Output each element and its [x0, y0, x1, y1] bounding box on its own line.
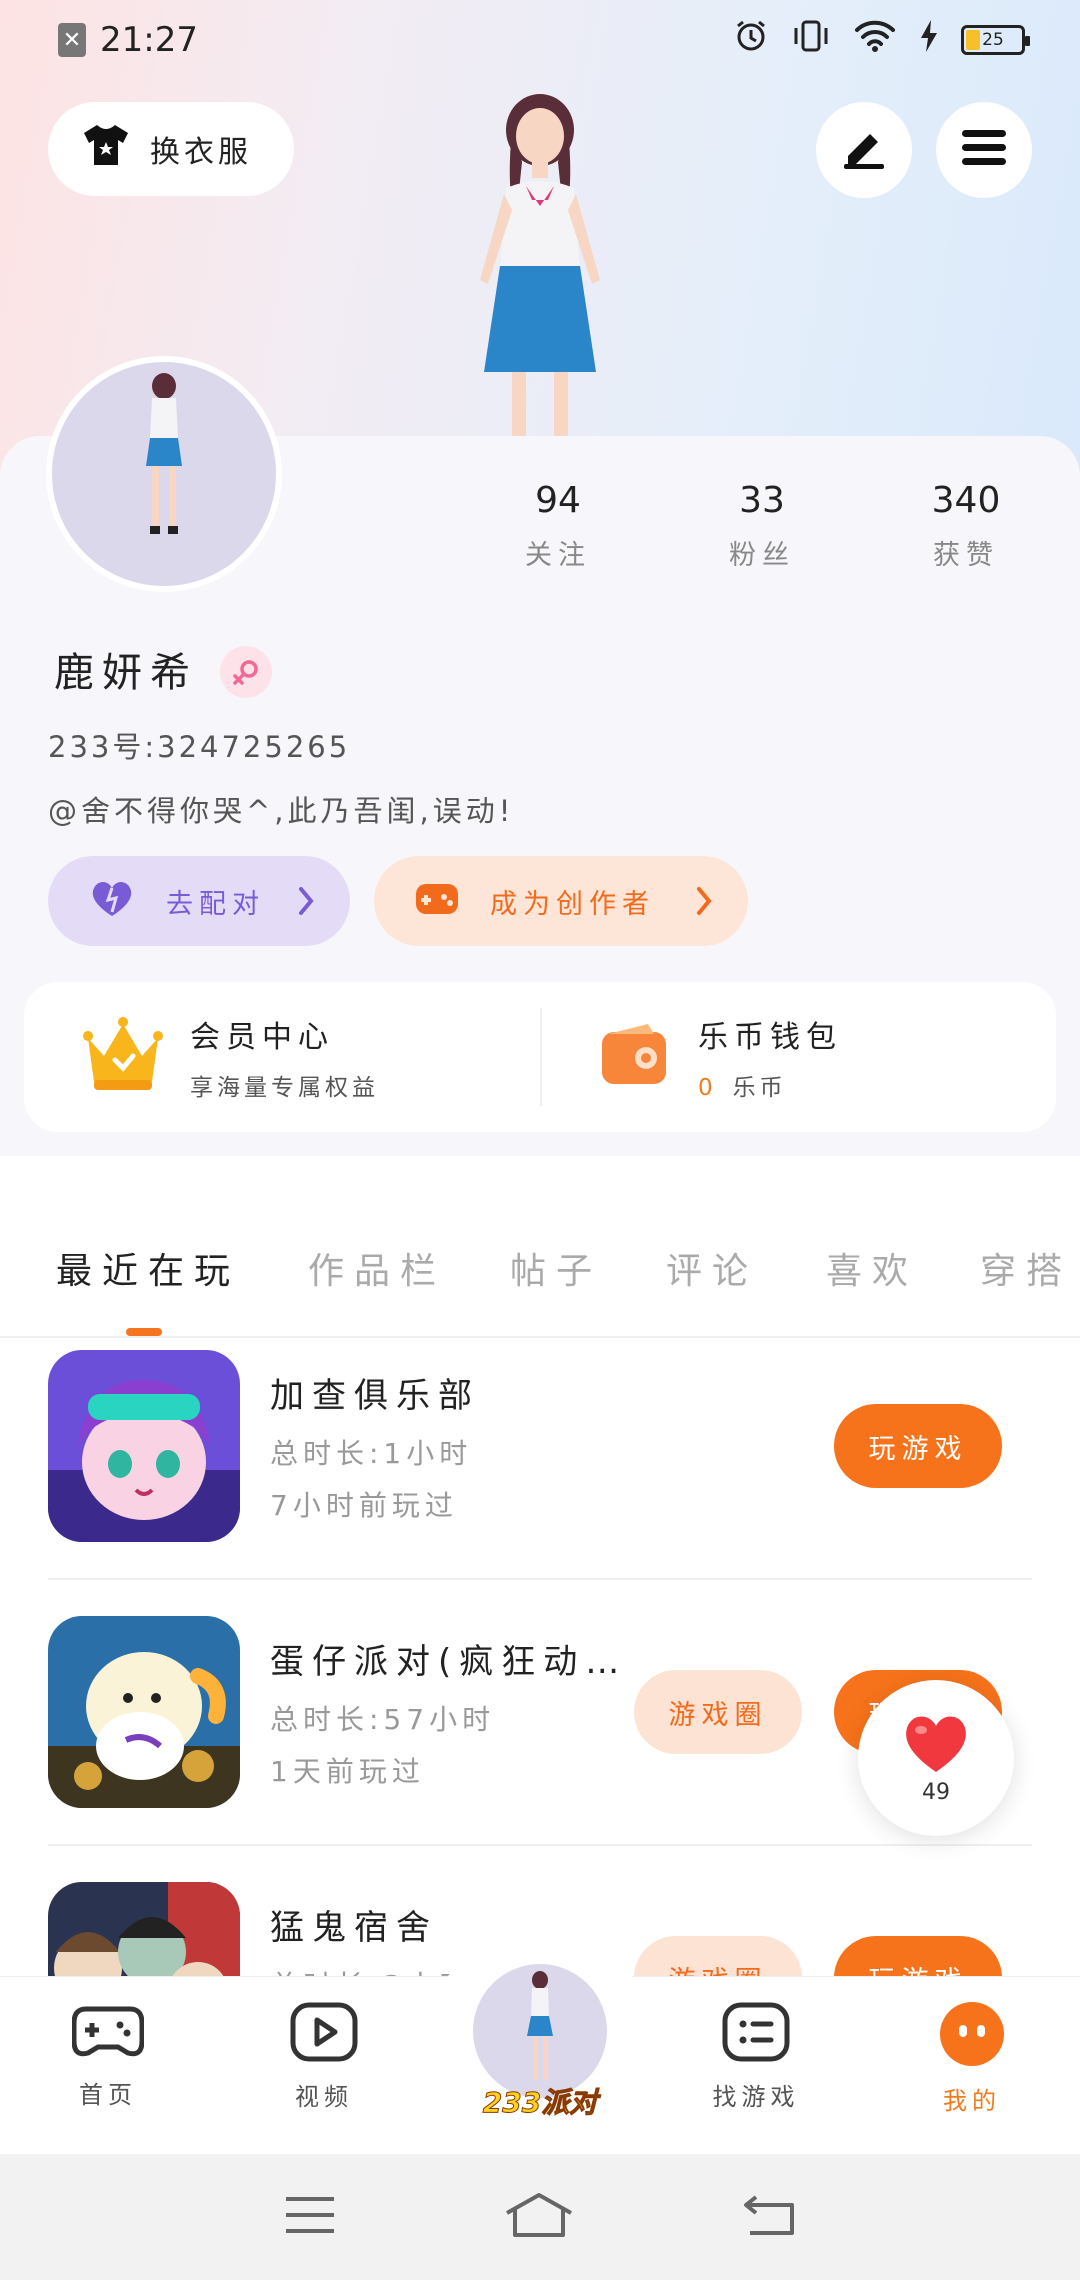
game-title: 蛋仔派对(疯狂动…: [270, 1642, 628, 1682]
recent-apps-icon[interactable]: [284, 2195, 336, 2239]
nav-video-label: 视频: [295, 2083, 353, 2111]
game-duration: 总时长:3小时: [270, 1964, 472, 1976]
nav-find-game[interactable]: 找游戏: [686, 2001, 826, 2112]
list-icon: [721, 2002, 791, 2067]
notification-icon: ✕: [58, 23, 86, 57]
system-navigation-bar: [0, 2154, 1080, 2280]
status-bar: ✕ 21:27 25: [0, 0, 1080, 80]
female-gender-icon: [220, 646, 272, 698]
crown-icon: [82, 1016, 164, 1098]
likes-count: 340: [931, 480, 1001, 521]
game-title: 加查俱乐部: [270, 1376, 480, 1416]
heart-icon: [901, 1712, 971, 1778]
wallet-entry[interactable]: 乐币钱包 0 乐币: [540, 982, 1056, 1132]
tab-recent-played[interactable]: 最近在玩: [56, 1242, 240, 1294]
following-count: 94: [535, 480, 581, 521]
wifi-icon: [853, 18, 897, 63]
bio: @舍不得你哭^,此乃吾闺,误动!: [48, 794, 515, 828]
tab-comments[interactable]: 评论: [666, 1242, 758, 1294]
bottom-navigation: 首页 视频 233派对 找游戏 我的: [0, 1933, 1080, 2154]
gamepad-icon: [414, 878, 460, 925]
pen-icon: [840, 126, 888, 174]
active-tab-indicator: [126, 1328, 162, 1336]
become-creator-label: 成为创作者: [490, 888, 655, 920]
edit-profile-button[interactable]: [816, 102, 912, 198]
nav-233-party-avatar[interactable]: [470, 1961, 610, 2101]
status-time: 21:27: [100, 20, 198, 60]
profile-tabs: 最近在玩 作品栏 帖子 评论 喜欢 穿搭: [0, 1204, 1080, 1338]
hamburger-menu-icon: [960, 128, 1008, 172]
member-wallet-card: 会员中心 享海量专属权益 乐币钱包 0 乐币: [24, 982, 1056, 1132]
tab-posts[interactable]: 帖子: [510, 1242, 602, 1294]
play-game-button[interactable]: 玩游戏: [834, 1936, 1002, 1976]
divider: [48, 1844, 1032, 1846]
heart-match-icon: [88, 878, 136, 925]
wallet-title: 乐币钱包: [698, 1020, 842, 1055]
game-icon-gacha-club[interactable]: [48, 1350, 240, 1542]
game-icon-eggy-party[interactable]: [48, 1616, 240, 1808]
user-id[interactable]: 233号:324725265: [48, 724, 350, 766]
tab-likes[interactable]: 喜欢: [826, 1242, 918, 1294]
avatar-3d-character[interactable]: [420, 90, 660, 440]
nav-mine[interactable]: 我的: [902, 2001, 1042, 2116]
stat-fans[interactable]: 33 粉丝: [692, 480, 832, 572]
floating-like-button[interactable]: 49: [858, 1680, 1014, 1836]
profile-avatar[interactable]: [46, 356, 282, 592]
mine-face-icon: [939, 2002, 1005, 2071]
game-last-played: 7小时前玩过: [270, 1489, 458, 1522]
match-label: 去配对: [166, 888, 265, 920]
nav-mine-label: 我的: [943, 2087, 1001, 2115]
gamepad-icon: [71, 2006, 145, 2065]
coin-balance: 0: [698, 1075, 717, 1101]
chevron-right-icon: [694, 885, 714, 924]
become-creator-button[interactable]: 成为创作者: [374, 856, 748, 946]
fans-count: 33: [739, 480, 785, 521]
tab-works[interactable]: 作品栏: [308, 1242, 446, 1294]
video-play-icon: [289, 2002, 359, 2067]
game-row[interactable]: 加查俱乐部 总时长:1小时 7小时前玩过 玩游戏: [48, 1350, 1032, 1614]
stat-likes[interactable]: 340 获赞: [896, 480, 1036, 572]
game-circle-button[interactable]: 游戏圈: [634, 1936, 802, 1976]
charging-icon: [919, 18, 939, 63]
game-title: 猛鬼宿舍: [270, 1908, 438, 1948]
change-outfit-button[interactable]: 换衣服: [48, 102, 294, 196]
game-duration: 总时长:57小时: [270, 1703, 496, 1736]
wallet-icon: [598, 1022, 672, 1092]
coin-unit: 乐币: [732, 1075, 787, 1101]
likes-label: 获赞: [933, 540, 999, 571]
chevron-right-icon: [296, 885, 316, 924]
back-icon[interactable]: [742, 2193, 796, 2241]
play-game-button[interactable]: 玩游戏: [834, 1404, 1002, 1488]
home-icon[interactable]: [503, 2191, 575, 2243]
vip-center-entry[interactable]: 会员中心 享海量专属权益: [24, 982, 540, 1132]
match-button[interactable]: 去配对: [48, 856, 350, 946]
divider: [0, 1336, 1080, 1338]
game-duration: 总时长:1小时: [270, 1437, 473, 1470]
alarm-icon: [733, 18, 769, 63]
change-outfit-label: 换衣服: [150, 135, 252, 170]
vibrate-icon: [791, 18, 831, 63]
nav-find-game-label: 找游戏: [712, 2083, 800, 2111]
like-count: 49: [922, 1779, 950, 1805]
game-circle-button[interactable]: 游戏圈: [634, 1670, 802, 1754]
nav-home[interactable]: 首页: [38, 2001, 178, 2110]
stat-following[interactable]: 94 关注: [488, 480, 628, 572]
vip-title: 会员中心: [190, 1020, 334, 1055]
battery-level: 25: [982, 30, 1004, 50]
game-icon-haunted-dorm[interactable]: [48, 1882, 240, 1976]
shirt-icon: [80, 123, 132, 175]
menu-button[interactable]: [936, 102, 1032, 198]
fans-label: 粉丝: [729, 540, 795, 571]
game-last-played: 1天前玩过: [270, 1755, 425, 1788]
party-logo[interactable]: 233派对: [472, 2081, 608, 2121]
username: 鹿妍希: [54, 650, 198, 696]
following-label: 关注: [525, 540, 591, 571]
divider: [48, 1578, 1032, 1580]
nav-home-label: 首页: [79, 2081, 137, 2109]
nav-video[interactable]: 视频: [254, 2001, 394, 2112]
tab-outfits[interactable]: 穿搭: [980, 1242, 1072, 1294]
battery-icon: 25: [961, 25, 1030, 55]
vip-subtitle: 享海量专属权益: [190, 1075, 379, 1101]
